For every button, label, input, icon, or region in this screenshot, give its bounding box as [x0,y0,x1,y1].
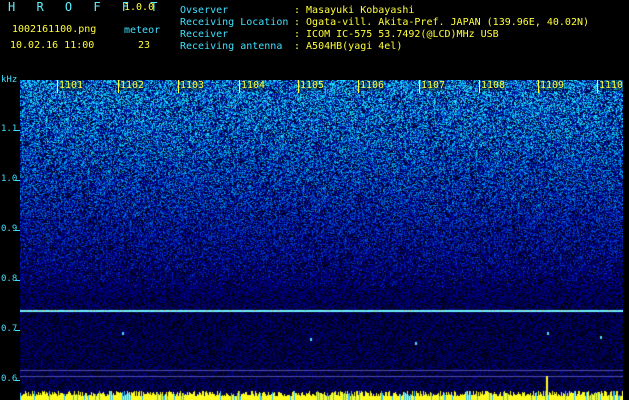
unit-label: kHz [1,75,18,85]
receiver-value: : ICOM IC-575 53.7492(@LCD)MHz USB [294,29,499,40]
x-tick-label: 1107 [421,80,446,91]
x-tick-mark [178,80,179,93]
observer-label: Ovserver [180,5,229,16]
x-tick-label: 1109 [540,80,565,91]
x-tick-mark [239,80,240,93]
x-tick-label: 1108 [481,80,506,91]
x-tick-mark [298,80,299,93]
y-tick-label: 0.8 [1,274,18,284]
file-name: 1002161100.png [12,24,97,35]
x-tick-label: 1102 [120,80,145,91]
observer-value: : Masayuki Kobayashi [294,5,415,16]
y-tick-label: 1.1 [1,124,18,134]
y-tick-mark [15,130,20,131]
app-version: 1.0.0 [124,2,155,13]
meteor-label: meteor [124,25,161,36]
meteor-count: 23 [138,40,151,51]
header-panel: H R O F F T 1.0.0 1002161100.png 10.02.1… [0,0,629,78]
spectrogram-plot [20,80,623,400]
x-tick-label: 1110 [599,80,624,91]
antenna-value: : A504HB(yagi 4el) [294,41,403,52]
x-tick-mark [358,80,359,93]
y-tick-label: 1.0 [1,174,18,184]
x-tick-mark [57,80,58,93]
x-tick-mark [118,80,119,93]
date-time: 10.02.16 11:00 [10,40,95,51]
y-tick-mark [15,180,20,181]
x-tick-label: 1104 [241,80,266,91]
x-tick-label: 1105 [300,80,325,91]
x-tick-mark [479,80,480,93]
y-tick-mark [15,380,20,381]
y-tick-mark [15,330,20,331]
x-tick-label: 1103 [180,80,205,91]
y-tick-label: 0.9 [1,224,18,234]
location-label: Receiving Location [180,17,289,28]
y-tick-mark [15,280,20,281]
antenna-label: Receiving antenna [180,41,283,52]
x-tick-label: 1101 [59,80,84,91]
x-tick-mark [597,80,598,93]
spectrogram-canvas [20,80,623,400]
x-tick-label: 1106 [360,80,385,91]
y-tick-mark [15,230,20,231]
y-tick-label: 0.6 [1,374,18,384]
x-tick-mark [419,80,420,93]
x-tick-mark [538,80,539,93]
y-tick-label: 0.7 [1,324,18,334]
location-value: : Ogata-vill. Akita-Pref. JAPAN (139.96E… [294,17,590,28]
receiver-label: Receiver [180,29,229,40]
